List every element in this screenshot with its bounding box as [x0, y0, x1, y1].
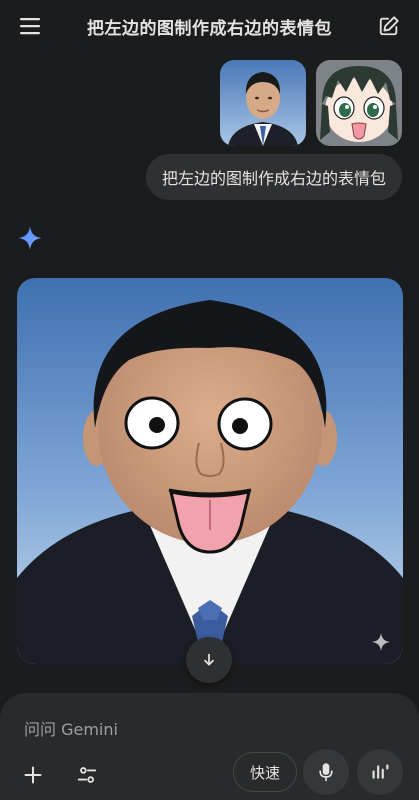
scroll-to-bottom-button[interactable]: [186, 637, 232, 683]
live-waveform-icon: [372, 764, 389, 779]
attachment-sticker-thumbnail[interactable]: [316, 60, 402, 146]
tools-sliders-icon: [77, 767, 97, 783]
voice-input-button[interactable]: [303, 749, 349, 795]
model-mode-selector[interactable]: 快速: [233, 752, 297, 792]
sparkle-watermark-icon: [371, 632, 391, 652]
user-message-bubble: 把左边的图制作成右边的表情包: [145, 154, 402, 200]
user-attachments: [220, 60, 402, 146]
generated-meme-image: [17, 278, 403, 664]
add-attachment-button[interactable]: [18, 760, 48, 790]
user-message-text: 把左边的图制作成右边的表情包: [161, 169, 386, 188]
gemini-avatar: [17, 225, 43, 251]
microphone-icon: [319, 763, 333, 782]
menu-button[interactable]: [16, 12, 44, 40]
new-chat-button[interactable]: [375, 12, 403, 40]
edit-square-icon: [379, 16, 399, 36]
attachment-portrait-thumbnail[interactable]: [220, 60, 306, 146]
live-mode-button[interactable]: [357, 749, 403, 795]
tools-button[interactable]: [72, 760, 102, 790]
top-app-bar: 把左边的图制作成右边的表情包: [0, 0, 419, 52]
gemini-sparkle-icon: [18, 226, 42, 250]
mode-label: 快速: [249, 763, 280, 782]
prompt-input[interactable]: [24, 717, 394, 741]
plus-icon: [24, 766, 42, 784]
prompt-composer: 快速: [0, 693, 419, 800]
conversation-title: 把左边的图制作成右边的表情包: [87, 18, 332, 39]
portrait-photo: [220, 60, 306, 146]
hamburger-menu-icon: [20, 18, 40, 35]
generated-image[interactable]: [17, 278, 403, 664]
arrow-down-icon: [204, 653, 214, 666]
anime-face-sticker: [316, 60, 402, 146]
